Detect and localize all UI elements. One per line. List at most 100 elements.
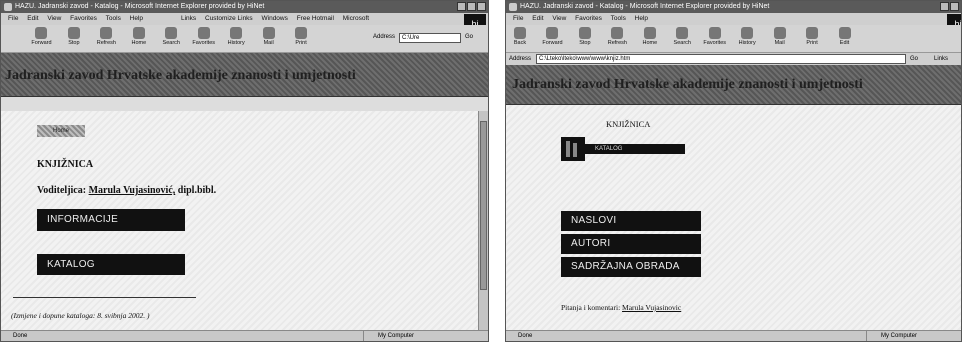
scrollbar-thumb[interactable] xyxy=(480,121,487,290)
leader-suffix: dipl.bibl. xyxy=(177,185,217,196)
page-content: Home KNJIŽNICA Voditeljica: Marula Vujas… xyxy=(1,111,488,330)
menu-view[interactable]: View xyxy=(552,13,566,25)
informacije-button[interactable]: INFORMACIJE xyxy=(37,209,185,231)
status-zone: My Computer xyxy=(866,331,961,341)
print-button[interactable]: Print xyxy=(287,27,315,46)
stop-button[interactable]: Stop xyxy=(60,27,88,46)
menu-favorites[interactable]: Favorites xyxy=(70,13,97,25)
search-button[interactable]: Search xyxy=(668,27,696,46)
home-button[interactable]: Home xyxy=(125,27,153,46)
library-logo-icon xyxy=(561,137,585,161)
home-label: Home xyxy=(131,40,147,46)
search-icon xyxy=(676,27,689,39)
links-bar: Links Customize Links Windows Free Hotma… xyxy=(181,13,376,25)
history-button[interactable]: History xyxy=(222,27,250,46)
minimize-icon[interactable] xyxy=(457,2,466,11)
search-label: Search xyxy=(673,40,691,46)
menu-help[interactable]: Help xyxy=(130,13,143,25)
address-input[interactable]: C:\Ure xyxy=(399,33,461,43)
banner-title: Jadranski zavod Hrvatske akademije znano… xyxy=(5,68,356,83)
search-label: Search xyxy=(162,40,180,46)
address-label: Address xyxy=(373,34,396,40)
favorites-label: Favorites xyxy=(192,40,216,46)
menu-help[interactable]: Help xyxy=(635,13,648,25)
mail-button[interactable]: Mail xyxy=(766,27,794,46)
refresh-label: Refresh xyxy=(607,40,627,46)
favorites-icon xyxy=(708,27,721,39)
title-bar: HAZU. Jadranski zavod - Katalog - Micros… xyxy=(1,1,488,13)
stop-label: Stop xyxy=(68,40,80,46)
menu-tools[interactable]: Tools xyxy=(611,13,626,25)
edit-label: Edit xyxy=(839,40,850,46)
home-icon xyxy=(643,27,656,39)
autori-button[interactable]: AUTORI xyxy=(561,234,701,254)
address-input[interactable]: C:\Lteko\lteko\www\www\knjiz.htm xyxy=(536,54,906,64)
print-icon xyxy=(295,27,308,39)
title-bar: HAZU. Jadranski zavod - Katalog - Micros… xyxy=(506,1,961,13)
history-label: History xyxy=(227,40,245,46)
minimize-icon[interactable] xyxy=(940,2,949,11)
mail-icon xyxy=(262,27,275,39)
status-bar: Done My Computer xyxy=(506,330,961,341)
menu-favorites[interactable]: Favorites xyxy=(575,13,602,25)
right-browser-window: HAZU. Jadranski zavod - Katalog - Micros… xyxy=(505,0,962,342)
leader-name-link[interactable]: Marula Vujasinović, xyxy=(89,185,176,196)
maximize-icon[interactable] xyxy=(467,2,476,11)
vertical-scrollbar[interactable] xyxy=(478,111,488,330)
link-hotmail[interactable]: Free Hotmail xyxy=(297,15,334,22)
stop-button[interactable]: Stop xyxy=(571,27,599,46)
link-microsoft[interactable]: Microsoft xyxy=(343,15,369,22)
search-button[interactable]: Search xyxy=(157,27,185,46)
menu-edit[interactable]: Edit xyxy=(27,13,38,25)
stop-icon xyxy=(578,27,591,39)
menu-file[interactable]: File xyxy=(513,13,523,25)
menu-tools[interactable]: Tools xyxy=(106,13,121,25)
home-button[interactable]: Home xyxy=(636,27,664,46)
home-logo[interactable]: Home xyxy=(37,125,85,137)
favorites-label: Favorites xyxy=(703,40,727,46)
mail-button[interactable]: Mail xyxy=(255,27,283,46)
status-bar: Done My Computer xyxy=(1,330,488,341)
left-browser-window: HAZU. Jadranski zavod - Katalog - Micros… xyxy=(0,0,489,342)
favorites-button[interactable]: Favorites xyxy=(701,27,729,46)
sadrzajna-obrada-button[interactable]: SADRŽAJNA OBRADA xyxy=(561,257,701,277)
forward-button[interactable]: Forward xyxy=(27,27,55,46)
refresh-button[interactable]: Refresh xyxy=(603,27,631,46)
katalog-button[interactable]: KATALOG xyxy=(37,254,185,275)
naslovi-button[interactable]: NASLOVI xyxy=(561,211,701,231)
forward-label: Forward xyxy=(542,40,563,46)
print-button[interactable]: Print xyxy=(798,27,826,46)
history-icon xyxy=(741,27,754,39)
leader-line: Voditeljica: Marula Vujasinović, dipl.bi… xyxy=(37,185,216,196)
links-label[interactable]: Links xyxy=(934,53,948,65)
forward-arrow-icon xyxy=(546,27,559,39)
history-label: History xyxy=(738,40,756,46)
favorites-icon xyxy=(197,27,210,39)
back-label: Back xyxy=(513,40,527,46)
go-button[interactable]: Go xyxy=(465,34,473,40)
back-button[interactable]: Back xyxy=(506,27,534,46)
print-label: Print xyxy=(806,40,818,46)
menu-view[interactable]: View xyxy=(47,13,61,25)
forward-label: Forward xyxy=(31,40,52,46)
link-customize[interactable]: Customize Links xyxy=(205,15,253,22)
page-content: KNJIŽNICA KATALOG NASLOVI AUTORI SADRŽAJ… xyxy=(506,105,961,330)
favorites-button[interactable]: Favorites xyxy=(190,27,218,46)
go-button[interactable]: Go xyxy=(910,53,918,65)
link-windows[interactable]: Windows xyxy=(262,15,288,22)
refresh-button[interactable]: Refresh xyxy=(92,27,120,46)
menu-file[interactable]: File xyxy=(8,13,18,25)
close-icon[interactable] xyxy=(477,2,486,11)
history-icon xyxy=(230,27,243,39)
edit-button[interactable]: Edit xyxy=(831,27,859,46)
divider xyxy=(13,297,196,298)
forward-button[interactable]: Forward xyxy=(538,27,566,46)
maximize-icon[interactable] xyxy=(950,2,959,11)
edit-icon xyxy=(838,27,851,39)
refresh-label: Refresh xyxy=(96,40,116,46)
back-arrow-icon xyxy=(514,27,526,39)
mail-label: Mail xyxy=(774,40,785,46)
menu-edit[interactable]: Edit xyxy=(532,13,543,25)
contact-name-link[interactable]: Marula Vujasinovic xyxy=(622,303,681,312)
history-button[interactable]: History xyxy=(733,27,761,46)
